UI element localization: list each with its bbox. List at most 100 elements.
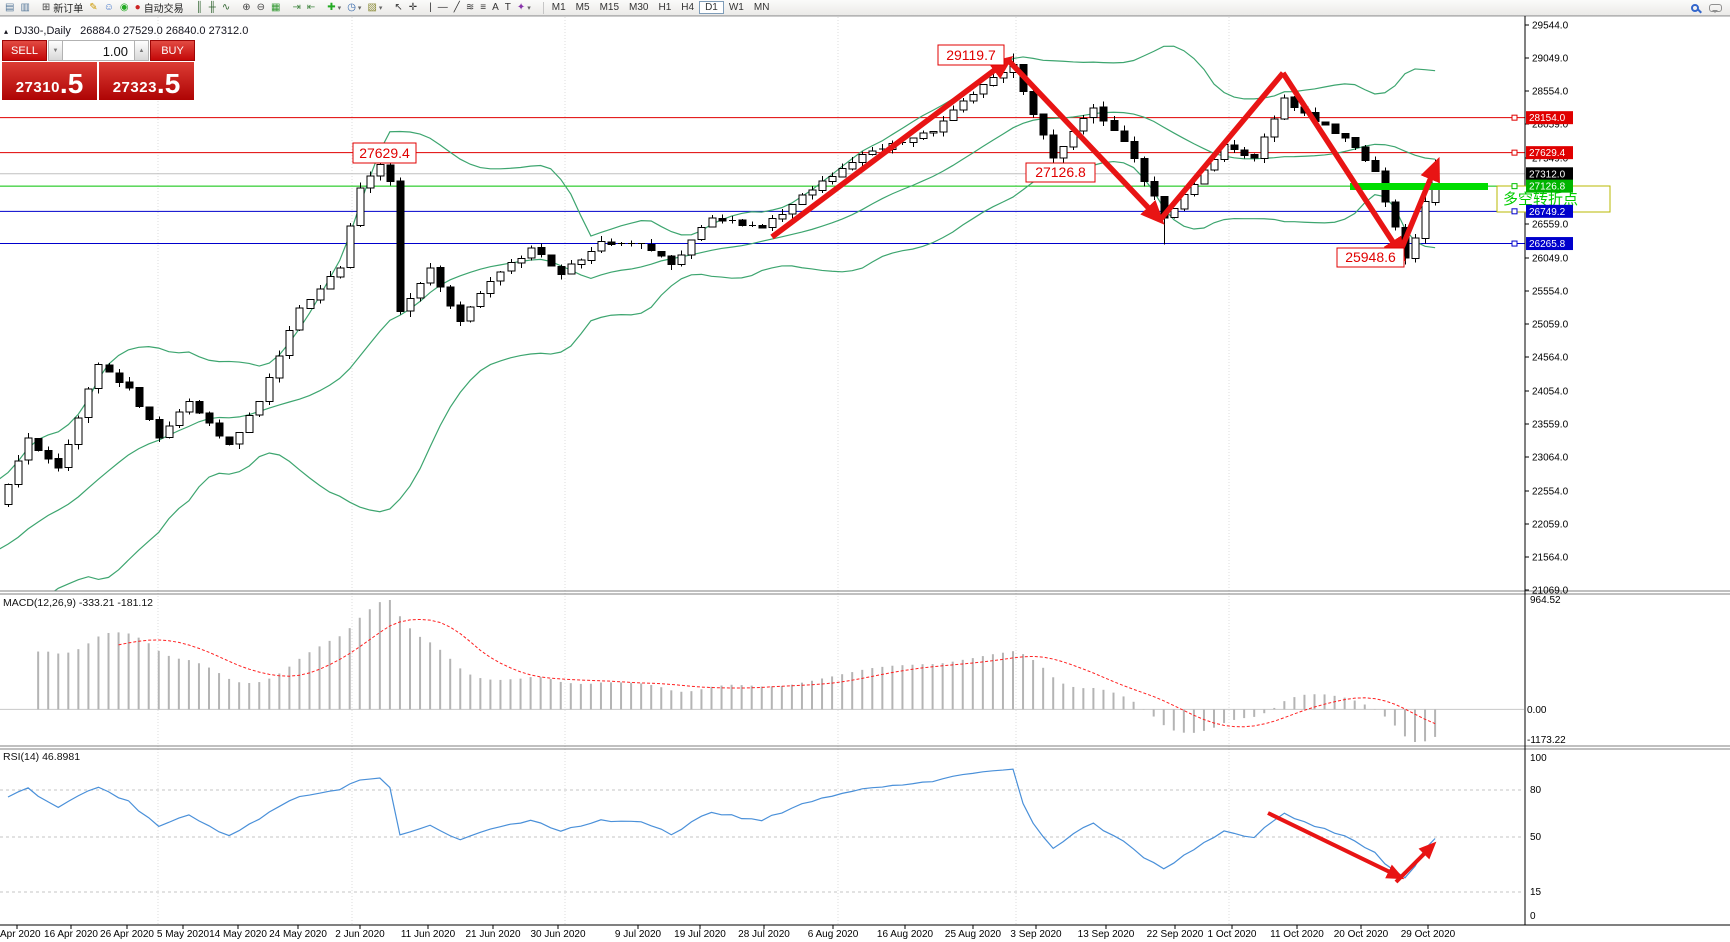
svg-text:13 Sep 2020: 13 Sep 2020 [1078,929,1135,940]
chart-shift-icon[interactable]: ⇤ [304,1,318,15]
candles [5,53,1439,507]
volume-input[interactable]: 1.00 [63,40,134,61]
timeframe-w1[interactable]: W1 [724,2,749,13]
svg-text:25 Aug 2020: 25 Aug 2020 [945,929,1002,940]
svg-text:27629.4: 27629.4 [1529,148,1566,159]
crosshair-icon[interactable]: ✛ [406,1,420,15]
sell-button[interactable]: SELL [2,40,47,61]
svg-text:1 Oct 2020: 1 Oct 2020 [1208,929,1257,940]
svg-text:25554.0: 25554.0 [1532,287,1569,298]
chat-icon[interactable] [1709,4,1722,12]
text-icon[interactable]: A [489,1,502,15]
svg-text:27629.4: 27629.4 [359,145,410,161]
svg-text:25059.0: 25059.0 [1532,320,1569,331]
sell-price-main: 27310 [16,79,60,96]
svg-text:27126.8: 27126.8 [1035,164,1086,180]
sell-price-button[interactable]: 27310.5 [2,62,97,100]
tile-windows-icon[interactable]: ▦ [268,1,283,15]
label-icon[interactable]: T [502,1,514,15]
new-chart-icon[interactable]: ▤ [2,1,17,15]
svg-text:964.52: 964.52 [1530,595,1561,606]
svg-text:27126.8: 27126.8 [1529,182,1566,193]
line-chart-icon[interactable]: ∿ [219,1,233,15]
buy-price-main: 27323 [113,79,157,96]
buy-price-fraction: .5 [157,72,180,96]
svg-text:22 Sep 2020: 22 Sep 2020 [1147,929,1204,940]
profiles-icon[interactable]: ▥ [17,1,32,15]
rsi-label: RSI(14) 46.8981 [3,751,80,763]
svg-text:16 Apr 2020: 16 Apr 2020 [44,929,98,940]
autoscroll-icon[interactable]: ⇥ [290,1,304,15]
timeframe-h1[interactable]: H1 [653,2,676,13]
shapes-icon[interactable]: ✦▾ [514,1,534,15]
one-click-trading-panel: SELL ▼ 1.00 ▲ BUY 27310.5 27323.5 [2,40,195,100]
svg-text:27312.0: 27312.0 [1529,169,1566,180]
svg-text:6 Aug 2020: 6 Aug 2020 [808,929,859,940]
cursor-icon[interactable]: ↖ [391,1,405,15]
horizontal-line-icon[interactable]: — [435,1,451,15]
timeframe-m1[interactable]: M1 [547,2,571,13]
svg-text:22059.0: 22059.0 [1532,520,1569,531]
buy-button[interactable]: BUY [150,40,195,61]
templates-icon[interactable]: ▧▾ [364,1,385,15]
indicators-icon[interactable]: ✚▾ [324,1,344,15]
svg-text:28154.0: 28154.0 [1529,113,1566,124]
time-axis[interactable]: Apr 202016 Apr 202026 Apr 20205 May 2020… [0,925,1456,940]
svg-text:29049.0: 29049.0 [1532,54,1569,65]
svg-text:19 Jul 2020: 19 Jul 2020 [674,929,726,940]
svg-text:28554.0: 28554.0 [1532,87,1569,98]
svg-text:80: 80 [1530,785,1542,796]
signals-icon[interactable]: ◉ [117,1,132,15]
volume-stepper: ▼ 1.00 ▲ [48,40,149,61]
timeframe-d1[interactable]: D1 [699,1,724,14]
svg-text:24 May 2020: 24 May 2020 [269,929,327,940]
chart-canvas[interactable]: 29544.029049.028554.028059.027549.027054… [0,0,1730,942]
timeframe-m5[interactable]: M5 [571,2,595,13]
bar-chart-icon[interactable]: ║ [193,1,206,15]
svg-text:16 Aug 2020: 16 Aug 2020 [877,929,934,940]
svg-text:0: 0 [1530,911,1536,922]
volume-increase-button[interactable]: ▲ [134,40,149,61]
svg-text:21564.0: 21564.0 [1532,553,1569,564]
vertical-line-icon[interactable]: | [426,1,435,15]
macd-label: MACD(12,26,9) -333.21 -181.12 [3,597,153,609]
channel-icon[interactable]: ≋ [463,1,477,15]
timeframe-mn[interactable]: MN [749,2,775,13]
candlestick-chart-icon[interactable]: ╫ [206,1,219,15]
timeframe-m30[interactable]: M30 [624,2,653,13]
timeframe-h4[interactable]: H4 [676,2,699,13]
chart-title: ▴ DJ30-,Daily 26884.0 27529.0 26840.0 27… [4,25,248,37]
expert-advisor-icon[interactable]: ☺ [101,1,117,15]
trendline-icon[interactable]: ╱ [451,1,463,15]
eraser-icon[interactable]: ✎ [86,1,100,15]
svg-text:28 Jul 2020: 28 Jul 2020 [738,929,790,940]
toolbar-separator [543,2,544,14]
svg-text:5 May 2020: 5 May 2020 [157,929,210,940]
svg-text:26049.0: 26049.0 [1532,254,1569,265]
one-click-collapse-icon[interactable]: ▴ [4,27,8,36]
svg-text:29119.7: 29119.7 [946,47,996,63]
volume-decrease-button[interactable]: ▼ [48,40,63,61]
chart-symbol: DJ30-,Daily [14,25,71,37]
svg-text:50: 50 [1530,832,1542,843]
zoom-out-icon[interactable]: ⊖ [254,1,268,15]
zoom-in-icon[interactable]: ⊕ [239,1,253,15]
new-order-button[interactable]: ⊞新订单 [39,1,86,15]
svg-text:29544.0: 29544.0 [1532,21,1569,32]
macd-pane [0,600,1525,742]
autotrade-button[interactable]: ●自动交易 [132,1,187,15]
svg-text:20 Oct 2020: 20 Oct 2020 [1334,929,1389,940]
periods-icon[interactable]: ◷▾ [344,1,364,15]
buy-price-button[interactable]: 27323.5 [99,62,194,100]
analysis-annotations[interactable]: 29119.727629.427126.825948.6 [353,45,1488,882]
svg-text:24054.0: 24054.0 [1532,387,1569,398]
svg-text:23559.0: 23559.0 [1532,420,1569,431]
fibonacci-icon[interactable]: ≡ [477,1,489,15]
svg-text:26 Apr 2020: 26 Apr 2020 [100,929,154,940]
svg-text:-1173.22: -1173.22 [1527,735,1566,746]
timeframe-m15[interactable]: M15 [595,2,624,13]
search-icon[interactable] [1691,4,1699,12]
svg-text:15: 15 [1530,887,1542,898]
bollinger-bands [0,46,1435,628]
svg-text:23064.0: 23064.0 [1532,453,1569,464]
